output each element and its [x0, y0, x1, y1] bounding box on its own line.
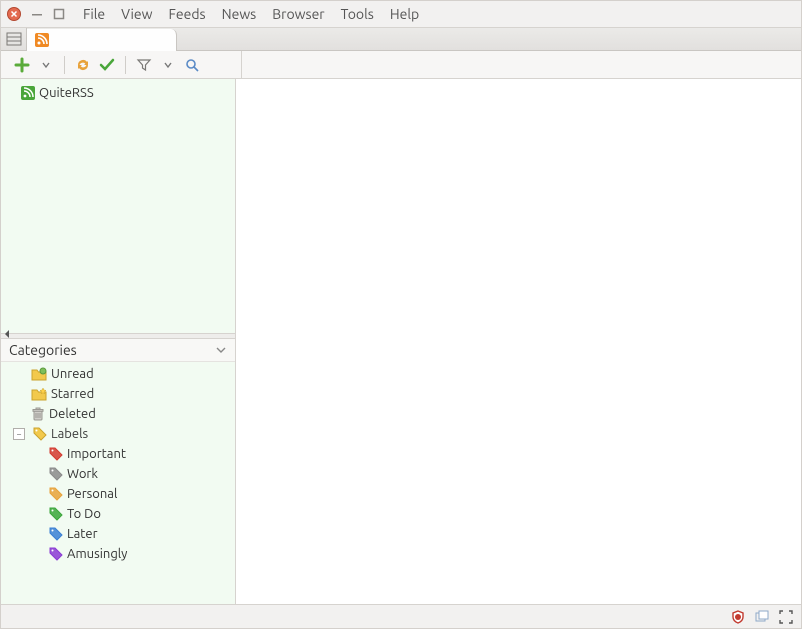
label-text: To Do: [67, 507, 101, 521]
label-text: Important: [67, 447, 126, 461]
pane-splitter[interactable]: [1, 333, 235, 339]
categories-pane: Categories Unread Starred: [1, 339, 235, 604]
label-text: Amusingly: [67, 547, 127, 561]
collapse-icon[interactable]: −: [13, 428, 25, 440]
label-item-important[interactable]: Important: [1, 444, 235, 464]
main-area: QuiteRSS Categories Unread: [1, 79, 801, 604]
tabbar: [1, 27, 801, 51]
menu-browser[interactable]: Browser: [264, 3, 332, 25]
add-feed-button[interactable]: [13, 56, 31, 74]
feed-tree[interactable]: QuiteRSS: [1, 79, 235, 333]
tag-icon: [49, 487, 63, 501]
category-deleted[interactable]: Deleted: [1, 404, 235, 424]
menu-tools[interactable]: Tools: [333, 3, 382, 25]
rss-icon: [35, 33, 49, 47]
category-label: Deleted: [49, 407, 96, 421]
titlebar: File View Feeds News Browser Tools Help: [1, 1, 801, 27]
folder-unread-icon: [31, 367, 47, 381]
rss-feed-icon: [21, 86, 35, 100]
label-text: Work: [67, 467, 98, 481]
label-text: Personal: [67, 487, 117, 501]
tag-icon: [49, 467, 63, 481]
folder-starred-icon: [31, 387, 47, 401]
category-labels[interactable]: − Labels: [1, 424, 235, 444]
label-item-work[interactable]: Work: [1, 464, 235, 484]
trash-icon: [31, 407, 45, 421]
category-label: Labels: [51, 427, 88, 441]
close-icon[interactable]: [7, 7, 21, 21]
content-area: [236, 79, 801, 604]
label-text: Later: [67, 527, 98, 541]
label-item-personal[interactable]: Personal: [1, 484, 235, 504]
filter-button[interactable]: [135, 56, 153, 74]
search-button[interactable]: [183, 56, 201, 74]
add-dropdown-icon[interactable]: [37, 56, 55, 74]
category-label: Unread: [51, 367, 94, 381]
filter-dropdown-icon[interactable]: [159, 56, 177, 74]
label-item-later[interactable]: Later: [1, 524, 235, 544]
category-unread[interactable]: Unread: [1, 364, 235, 384]
tag-icon: [49, 447, 63, 461]
category-starred[interactable]: Starred: [1, 384, 235, 404]
tag-icon: [49, 527, 63, 541]
statusbar: [1, 604, 801, 628]
category-label: Starred: [51, 387, 94, 401]
windows-icon[interactable]: [755, 610, 769, 624]
menubar: File View Feeds News Browser Tools Help: [75, 3, 427, 25]
chevron-down-icon[interactable]: [215, 344, 227, 356]
menu-news[interactable]: News: [214, 3, 265, 25]
fullscreen-icon[interactable]: [779, 610, 793, 624]
refresh-button[interactable]: [74, 56, 92, 74]
categories-title: Categories: [9, 342, 77, 358]
tag-icon: [33, 427, 47, 441]
feed-item-label: QuiteRSS: [39, 86, 94, 100]
label-item-to-do[interactable]: To Do: [1, 504, 235, 524]
menu-help[interactable]: Help: [382, 3, 427, 25]
maximize-icon[interactable]: [53, 8, 65, 20]
menu-file[interactable]: File: [75, 3, 113, 25]
minimize-icon[interactable]: [31, 8, 43, 20]
label-item-amusingly[interactable]: Amusingly: [1, 544, 235, 564]
layout-toggle-button[interactable]: [1, 28, 27, 50]
mark-read-button[interactable]: [98, 56, 116, 74]
menu-view[interactable]: View: [113, 3, 160, 25]
adblock-icon[interactable]: [731, 610, 745, 624]
tag-icon: [49, 547, 63, 561]
tab-feeds[interactable]: [27, 29, 177, 51]
toolbar: [1, 51, 801, 79]
tag-icon: [49, 507, 63, 521]
sidebar: QuiteRSS Categories Unread: [1, 79, 236, 604]
categories-header[interactable]: Categories: [1, 339, 235, 362]
menu-feeds[interactable]: Feeds: [161, 3, 214, 25]
feed-item-quiterss[interactable]: QuiteRSS: [1, 83, 235, 103]
